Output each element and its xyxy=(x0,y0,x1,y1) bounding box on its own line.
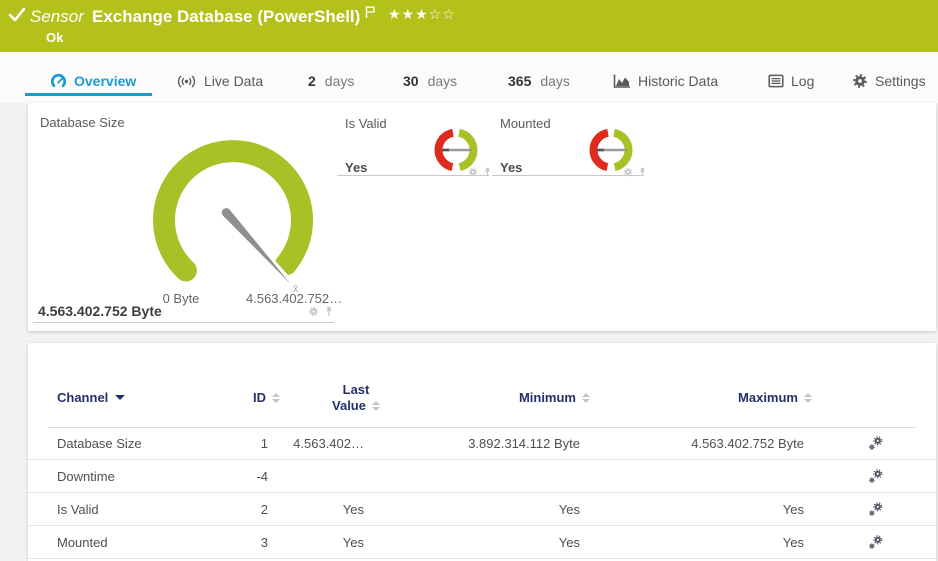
table-row-downtime[interactable]: Downtime -4 xyxy=(28,460,936,493)
flag-icon[interactable] xyxy=(364,5,376,19)
widget-gear-icon[interactable] xyxy=(308,304,319,322)
widget-pin-icon[interactable] xyxy=(483,164,492,182)
tab-log-label: Log xyxy=(791,73,814,89)
table-row-mounted[interactable]: Mounted 3 Yes Yes Yes xyxy=(28,526,936,559)
object-kind-label: Sensor xyxy=(30,7,84,27)
column-header-minimum[interactable]: Minimum xyxy=(428,390,590,405)
tab-365-days[interactable]: 365 days xyxy=(508,70,570,92)
database-size-widget: Database Size x̄ 0 Byte 4.563.402.752… 4… xyxy=(28,103,335,331)
tab-historic-data-label: Historic Data xyxy=(638,73,718,89)
area-chart-icon xyxy=(613,74,631,89)
column-header-channel-label: Channel xyxy=(57,390,108,405)
channel-last-value: Yes xyxy=(268,502,364,517)
is-valid-value: Yes xyxy=(345,160,367,175)
channel-minimum: 3.892.314.112 Byte xyxy=(388,436,580,451)
database-size-gauge: x̄ xyxy=(123,130,343,298)
sort-toggle-icon xyxy=(372,401,380,411)
tab-settings-label: Settings xyxy=(875,73,926,89)
tab-overview-label: Overview xyxy=(74,73,136,89)
widget-pin-icon[interactable] xyxy=(638,164,647,182)
channel-minimum: Yes xyxy=(388,502,580,517)
channel-maximum: Yes xyxy=(608,502,804,517)
channel-last-value: 4.563.402… xyxy=(268,436,364,451)
sort-toggle-icon xyxy=(804,393,812,403)
page-title: Exchange Database (PowerShell) xyxy=(92,7,360,27)
mounted-value: Yes xyxy=(500,160,522,175)
channel-settings-gears-icon[interactable] xyxy=(868,468,888,487)
gauge-icon xyxy=(50,73,67,90)
column-header-id-label: ID xyxy=(253,390,266,405)
channel-settings-gears-icon[interactable] xyxy=(868,435,888,454)
mounted-widget: Mounted Yes xyxy=(492,103,645,279)
widget-gear-icon[interactable] xyxy=(623,164,633,182)
broadcast-icon xyxy=(176,74,197,89)
widget-gear-icon[interactable] xyxy=(468,164,478,182)
status-ok-check-icon xyxy=(8,7,26,23)
column-header-value-label: Value xyxy=(332,398,366,414)
tab-30-days[interactable]: 30 days xyxy=(403,70,457,92)
column-header-minimum-label: Minimum xyxy=(519,390,576,405)
channel-id: -4 xyxy=(168,469,268,484)
tab-live-data-label: Live Data xyxy=(204,73,263,89)
column-header-maximum[interactable]: Maximum xyxy=(648,390,812,405)
database-size-value: 4.563.402.752 Byte xyxy=(38,303,162,319)
channel-settings-gears-icon[interactable] xyxy=(868,534,888,553)
channel-minimum: Yes xyxy=(388,535,580,550)
tab-365-days-number: 365 xyxy=(508,73,531,89)
column-header-last-value[interactable]: Last Value xyxy=(316,382,396,414)
tab-2-days-number: 2 xyxy=(308,73,316,89)
sort-desc-icon xyxy=(115,395,125,400)
channel-settings-gears-icon[interactable] xyxy=(868,501,888,520)
column-header-channel[interactable]: Channel xyxy=(57,390,125,405)
widget-title: Mounted xyxy=(500,116,551,131)
channel-id: 1 xyxy=(168,436,268,451)
sort-toggle-icon xyxy=(272,393,280,403)
channel-last-value: Yes xyxy=(268,535,364,550)
tab-historic-data[interactable]: Historic Data xyxy=(613,70,718,92)
sort-toggle-icon xyxy=(582,393,590,403)
active-tab-underline xyxy=(25,93,152,96)
sensor-status-header: Sensor Exchange Database (PowerShell) ★★… xyxy=(0,0,938,52)
status-badge: Ok xyxy=(46,30,63,45)
tab-log[interactable]: Log xyxy=(768,70,814,92)
column-header-maximum-label: Maximum xyxy=(738,390,798,405)
column-header-last-label: Last xyxy=(316,382,396,398)
channel-name[interactable]: Is Valid xyxy=(57,502,99,517)
priority-stars[interactable]: ★★★☆☆ xyxy=(388,6,456,23)
tab-overview[interactable]: Overview xyxy=(50,70,136,92)
tab-30-days-number: 30 xyxy=(403,73,419,89)
widget-divider xyxy=(492,175,644,176)
gauges-card: Database Size x̄ 0 Byte 4.563.402.752… 4… xyxy=(28,103,936,331)
tab-settings[interactable]: Settings xyxy=(852,70,926,92)
gear-icon xyxy=(852,73,868,89)
is-valid-widget: Is Valid Yes xyxy=(337,103,490,279)
tab-bar: Overview Live Data 2 days 30 days 365 da… xyxy=(0,52,938,103)
widget-pin-icon[interactable] xyxy=(324,304,334,322)
tab-30-days-unit: days xyxy=(428,73,458,89)
channel-id: 2 xyxy=(168,502,268,517)
channel-maximum: Yes xyxy=(608,535,804,550)
widget-divider xyxy=(33,322,334,323)
widget-divider xyxy=(337,175,489,176)
channel-maximum: 4.563.402.752 Byte xyxy=(608,436,804,451)
channel-name[interactable]: Mounted xyxy=(57,535,108,550)
tab-2-days[interactable]: 2 days xyxy=(308,70,354,92)
channels-table-card: Channel ID Last Value Minimum Maximum Da… xyxy=(28,343,936,561)
sensor-page: Sensor Exchange Database (PowerShell) ★★… xyxy=(0,0,938,561)
channel-name[interactable]: Database Size xyxy=(57,436,142,451)
tab-live-data[interactable]: Live Data xyxy=(176,70,263,92)
column-header-id[interactable]: ID xyxy=(168,390,280,405)
widget-title: Database Size xyxy=(40,115,125,130)
channel-name[interactable]: Downtime xyxy=(57,469,115,484)
channel-id: 3 xyxy=(168,535,268,550)
widget-title: Is Valid xyxy=(345,116,387,131)
tab-365-days-unit: days xyxy=(540,73,570,89)
table-row-is-valid[interactable]: Is Valid 2 Yes Yes Yes xyxy=(28,493,936,526)
tab-2-days-unit: days xyxy=(325,73,355,89)
log-list-icon xyxy=(768,74,784,88)
table-row-database-size[interactable]: Database Size 1 4.563.402… 3.892.314.112… xyxy=(28,427,936,460)
